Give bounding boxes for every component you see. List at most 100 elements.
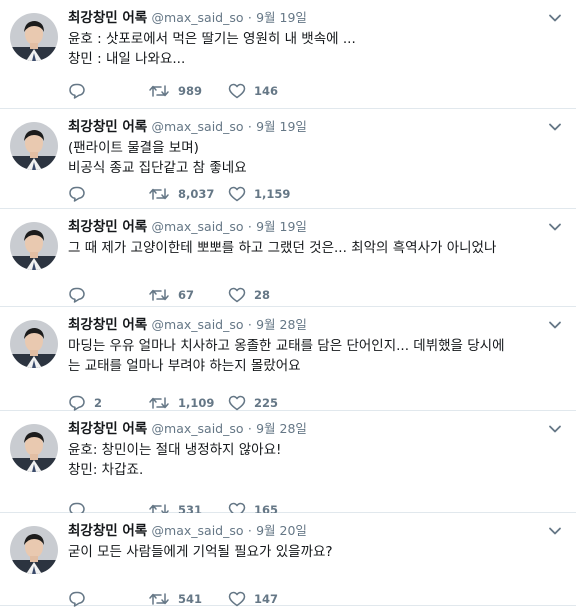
separator-dot: · xyxy=(247,421,252,436)
separator-dot: · xyxy=(247,119,252,134)
reply-button[interactable]: 2 xyxy=(68,394,102,412)
username-handle[interactable]: @max_said_so xyxy=(152,421,244,436)
tweet[interactable]: 최강창민 어록 @max_said_so · 9월 28일 마딩는 우유 얼마나… xyxy=(0,307,576,411)
tweet-text: 굳이 모든 사람들에게 기억될 필요가 있을까요? xyxy=(68,542,558,562)
like-button[interactable]: 1,159 xyxy=(228,185,290,203)
tweet-text-line: (팬라이트 물결을 보며) xyxy=(68,140,199,156)
tweet-header: 최강창민 어록 @max_said_so · 9월 19일 xyxy=(68,217,536,237)
tweet-text-line: 는 교태를 얼마나 부려야 하는지 몰랐어요 xyxy=(68,358,301,374)
avatar[interactable] xyxy=(10,122,58,170)
retweet-count: 1,109 xyxy=(178,396,215,410)
tweet-text: 마딩는 우유 얼마나 치사하고 옹졸한 교태를 담은 단어인지... 데뷔했을 … xyxy=(68,336,558,376)
reply-icon xyxy=(68,83,86,99)
reply-icon xyxy=(68,395,86,411)
reply-button[interactable] xyxy=(68,185,94,203)
tweet-text: 윤호: 창민이는 절대 냉정하지 않아요! 창민: 차갑죠. xyxy=(68,440,558,480)
timestamp[interactable]: 9월 19일 xyxy=(256,219,307,234)
display-name[interactable]: 최강창민 어록 xyxy=(68,317,147,333)
tweet-text-line: 창민: 차갑죠. xyxy=(68,462,144,478)
heart-icon xyxy=(228,83,246,99)
retweet-button[interactable]: 67 xyxy=(148,286,194,304)
tweet-text-line: 비공식 종교 집단같고 참 좋네요 xyxy=(68,160,247,176)
chevron-down-icon[interactable] xyxy=(548,10,562,24)
display-name[interactable]: 최강창민 어록 xyxy=(68,421,147,437)
retweet-icon xyxy=(148,395,170,411)
avatar[interactable] xyxy=(10,424,58,472)
chevron-down-icon[interactable] xyxy=(548,317,562,331)
separator-dot: · xyxy=(247,10,252,25)
username-handle[interactable]: @max_said_so xyxy=(152,10,244,25)
like-button[interactable]: 28 xyxy=(228,286,270,304)
retweet-count: 989 xyxy=(178,84,203,98)
tweet-text: 그 때 제가 고양이한테 뽀뽀를 하고 그랬던 것은... 최악의 흑역사가 아… xyxy=(68,238,558,258)
timeline: 최강창민 어록 @max_said_so · 9월 19일 윤호 : 삿포로에서… xyxy=(0,0,576,608)
retweet-button[interactable]: 541 xyxy=(148,590,202,608)
timestamp[interactable]: 9월 20일 xyxy=(256,523,307,538)
retweet-icon xyxy=(148,287,170,303)
tweet-text: 윤호 : 삿포로에서 먹은 딸기는 영원히 내 뱃속에 ... 창민 : 내일 나… xyxy=(68,29,558,69)
tweet-header: 최강창민 어록 @max_said_so · 9월 28일 xyxy=(68,315,536,335)
retweet-count: 67 xyxy=(178,288,195,302)
like-count: 225 xyxy=(254,396,279,410)
timestamp[interactable]: 9월 19일 xyxy=(256,119,307,134)
tweet-text-line: 창민 : 내일 나와요... xyxy=(68,51,186,67)
timestamp[interactable]: 9월 19일 xyxy=(256,10,307,25)
tweet[interactable]: 최강창민 어록 @max_said_so · 9월 20일 굳이 모든 사람들에… xyxy=(0,513,576,608)
timestamp[interactable]: 9월 28일 xyxy=(256,317,307,332)
heart-icon xyxy=(228,395,246,411)
display-name[interactable]: 최강창민 어록 xyxy=(68,523,147,539)
tweet-text-line: 마딩는 우유 얼마나 치사하고 옹졸한 교태를 담은 단어인지... 데뷔했을 … xyxy=(68,338,505,354)
like-count: 28 xyxy=(254,288,271,302)
username-handle[interactable]: @max_said_so xyxy=(152,523,244,538)
retweet-count: 541 xyxy=(178,592,203,606)
retweet-button[interactable]: 989 xyxy=(148,82,202,100)
tweet-text-line: 굳이 모든 사람들에게 기억될 필요가 있을까요? xyxy=(68,544,333,560)
username-handle[interactable]: @max_said_so xyxy=(152,317,244,332)
chevron-down-icon[interactable] xyxy=(548,219,562,233)
retweet-icon xyxy=(148,591,170,607)
tweet-text: (팬라이트 물결을 보며) 비공식 종교 집단같고 참 좋네요 xyxy=(68,138,558,178)
reply-button[interactable] xyxy=(68,82,94,100)
retweet-button[interactable]: 1,109 xyxy=(148,394,214,412)
timestamp[interactable]: 9월 28일 xyxy=(256,421,307,436)
heart-icon xyxy=(228,591,246,607)
chevron-down-icon[interactable] xyxy=(548,421,562,435)
display-name[interactable]: 최강창민 어록 xyxy=(68,10,147,26)
tweet-text-line: 윤호 : 삿포로에서 먹은 딸기는 영원히 내 뱃속에 ... xyxy=(68,31,356,47)
like-count: 147 xyxy=(254,592,279,606)
avatar[interactable] xyxy=(10,222,58,270)
tweet[interactable]: 최강창민 어록 @max_said_so · 9월 19일 윤호 : 삿포로에서… xyxy=(0,0,576,109)
username-handle[interactable]: @max_said_so xyxy=(152,219,244,234)
tweet-text-line: 윤호: 창민이는 절대 냉정하지 않아요! xyxy=(68,442,282,458)
display-name[interactable]: 최강창민 어록 xyxy=(68,219,147,235)
reply-button[interactable] xyxy=(68,286,94,304)
tweet-header: 최강창민 어록 @max_said_so · 9월 19일 xyxy=(68,8,536,28)
avatar[interactable] xyxy=(10,13,58,61)
tweet-header: 최강창민 어록 @max_said_so · 9월 19일 xyxy=(68,117,536,137)
reply-button[interactable] xyxy=(68,590,94,608)
retweet-icon xyxy=(148,83,170,99)
separator-dot: · xyxy=(247,317,252,332)
username-handle[interactable]: @max_said_so xyxy=(152,119,244,134)
tweet[interactable]: 최강창민 어록 @max_said_so · 9월 28일 윤호: 창민이는 절… xyxy=(0,411,576,518)
like-button[interactable]: 225 xyxy=(228,394,278,412)
reply-icon xyxy=(68,186,86,202)
display-name[interactable]: 최강창민 어록 xyxy=(68,119,147,135)
separator-dot: · xyxy=(247,523,252,538)
tweet-actions: 541 147 xyxy=(68,590,328,608)
like-button[interactable]: 147 xyxy=(228,590,278,608)
avatar[interactable] xyxy=(10,320,58,368)
heart-icon xyxy=(228,287,246,303)
tweet[interactable]: 최강창민 어록 @max_said_so · 9월 19일 (팬라이트 물결을 … xyxy=(0,109,576,209)
chevron-down-icon[interactable] xyxy=(548,523,562,537)
like-count: 1,159 xyxy=(254,187,291,201)
tweet[interactable]: 최강창민 어록 @max_said_so · 9월 19일 그 때 제가 고양이… xyxy=(0,209,576,307)
avatar[interactable] xyxy=(10,526,58,574)
tweet-actions: 67 28 xyxy=(68,286,328,304)
tweet-header: 최강창민 어록 @max_said_so · 9월 20일 xyxy=(68,521,536,541)
chevron-down-icon[interactable] xyxy=(548,119,562,133)
separator-dot: · xyxy=(247,219,252,234)
reply-count: 2 xyxy=(94,396,103,410)
retweet-button[interactable]: 8,037 xyxy=(148,185,214,203)
like-button[interactable]: 146 xyxy=(228,82,278,100)
